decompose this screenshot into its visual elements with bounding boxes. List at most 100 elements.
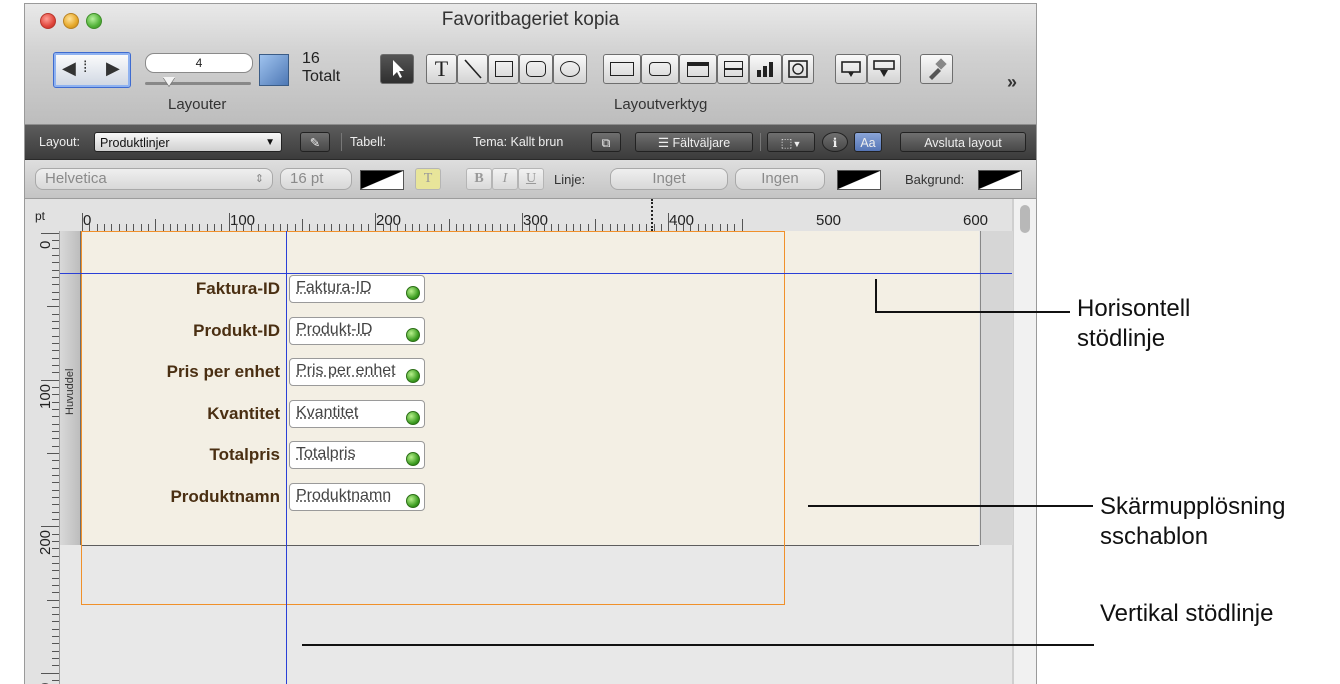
table-label: Tabell: — [350, 135, 387, 149]
ruler-tick — [52, 577, 59, 579]
field-box[interactable]: Totalpris — [289, 441, 425, 469]
layout-canvas[interactable]: Huvuddel Faktura-ID Produkt-ID Pris per … — [60, 231, 1013, 684]
line-tool-button[interactable] — [457, 54, 488, 84]
theme-icon: ⧉ — [601, 136, 611, 150]
ruler-tick — [558, 224, 560, 231]
field-label[interactable]: Totalpris — [209, 445, 280, 465]
toolbar-overflow-icon[interactable]: » — [1007, 72, 1017, 93]
ruler-tick — [52, 357, 59, 359]
ruler-tick — [419, 224, 421, 231]
magnifier-icon — [406, 328, 420, 342]
ruler-tick — [52, 584, 59, 586]
field-picker-button[interactable]: ☰ Fältväljare — [635, 132, 753, 152]
line-color-swatch[interactable] — [837, 170, 881, 190]
ruler-tick — [52, 394, 59, 396]
button-tool-button[interactable] — [641, 54, 679, 84]
field-label[interactable]: Produktnamn — [170, 487, 280, 507]
field-label[interactable]: Kvantitet — [207, 404, 280, 424]
chart-tool-button[interactable] — [749, 54, 782, 84]
web-viewer-tool-button[interactable] — [782, 54, 814, 84]
oval-tool-button[interactable] — [553, 54, 587, 84]
ruler-tick — [382, 224, 384, 231]
text-color-button[interactable]: T — [415, 168, 441, 190]
fill-color-swatch[interactable] — [360, 170, 404, 190]
ruler-tick — [191, 224, 193, 231]
layout-select[interactable]: Produktlinjer ▼ — [94, 132, 282, 152]
change-theme-button[interactable]: ⧉ — [591, 132, 621, 152]
ruler-tick — [52, 621, 59, 623]
popover-tool-button[interactable] — [835, 54, 867, 84]
edit-layout-button[interactable]: ✎ — [300, 132, 330, 152]
ruler-tick — [52, 291, 59, 293]
ruler-tick — [235, 224, 237, 231]
pencil-icon: ✎ — [309, 136, 321, 150]
ruler-tick — [690, 224, 692, 231]
ruler-tick — [47, 452, 59, 454]
title-toolbar: Favoritbageriet kopia ◀ ⁞ ▶ 4 Layouter 1… — [25, 4, 1036, 125]
line-label: Linje: — [554, 172, 586, 187]
portal-tool-button[interactable] — [717, 54, 749, 84]
background-color-swatch[interactable] — [978, 170, 1022, 190]
ruler-tick — [507, 224, 509, 231]
rectangle-tool-button[interactable] — [488, 54, 519, 84]
ruler-tick — [52, 555, 59, 557]
ruler-tick — [646, 224, 648, 231]
ruler-tick — [294, 224, 296, 231]
font-select[interactable]: Helvetica ⇕ — [35, 168, 273, 190]
ruler-tick — [169, 224, 171, 231]
ruler-tick — [712, 224, 714, 231]
ruler-tick — [52, 313, 59, 315]
scrollbar-thumb[interactable] — [1020, 205, 1030, 233]
line-style-select[interactable]: Inget — [610, 168, 728, 190]
rounded-rectangle-tool-button[interactable] — [519, 54, 553, 84]
book-flip-icon[interactable]: ⁞ — [83, 59, 87, 77]
ruler-tick — [41, 526, 59, 528]
ruler-tick — [118, 224, 120, 231]
exit-layout-button[interactable]: Avsluta layout — [900, 132, 1026, 152]
ruler-tick — [52, 335, 59, 337]
ruler-tick — [213, 224, 215, 231]
grid-options-button[interactable]: ⬚▼ — [767, 132, 815, 152]
layout-navigator[interactable]: ◀ ⁞ ▶ — [53, 52, 131, 88]
ruler-tick — [52, 592, 59, 594]
field-box[interactable]: Pris per enhet — [289, 358, 425, 386]
ruler-tick — [316, 224, 318, 231]
layout-slider[interactable] — [145, 82, 251, 85]
vertical-guide[interactable] — [286, 231, 287, 684]
ruler-tick — [52, 496, 59, 498]
field-box[interactable]: Produktnamn — [289, 483, 425, 511]
text-style-button[interactable]: Aa — [854, 132, 882, 152]
field-label[interactable]: Pris per enhet — [167, 362, 280, 382]
next-layout-icon[interactable]: ▶ — [106, 58, 120, 79]
ruler-tick — [52, 386, 59, 388]
ruler-tick — [52, 254, 59, 256]
format-painter-button[interactable] — [920, 54, 953, 84]
underline-button[interactable]: U — [518, 168, 544, 190]
ruler-tick — [411, 224, 413, 231]
tab-control-tool-button[interactable] — [679, 54, 717, 84]
field-box[interactable]: Faktura-ID — [289, 275, 425, 303]
field-box[interactable]: Produkt-ID — [289, 317, 425, 345]
ruler-tick — [41, 379, 59, 381]
ruler-tick — [727, 224, 729, 231]
ruler-tick — [345, 224, 347, 231]
layout-label: Layout: — [39, 135, 81, 149]
field-label[interactable]: Faktura-ID — [196, 279, 280, 299]
slide-control-tool-button[interactable] — [867, 54, 901, 84]
selection-tool-button[interactable] — [380, 54, 414, 84]
italic-button[interactable]: I — [492, 168, 518, 190]
layout-slider-knob[interactable] — [163, 77, 175, 86]
field-box[interactable]: Kvantitet — [289, 400, 425, 428]
layout-number-field[interactable]: 4 — [145, 53, 253, 73]
text-tool-button[interactable]: T — [426, 54, 457, 84]
inspector-button[interactable]: ℹ — [822, 132, 848, 152]
field-label[interactable]: Produkt-ID — [193, 321, 280, 341]
font-size-select[interactable]: 16 pt — [280, 168, 352, 190]
vertical-scrollbar[interactable] — [1013, 199, 1036, 684]
field-tool-button[interactable] — [603, 54, 641, 84]
previous-layout-icon[interactable]: ◀ — [62, 58, 76, 79]
ruler-tick — [426, 224, 428, 231]
bold-button[interactable]: B — [466, 168, 492, 190]
ruler-tick — [111, 224, 113, 231]
line-width-select[interactable]: Ingen — [735, 168, 825, 190]
